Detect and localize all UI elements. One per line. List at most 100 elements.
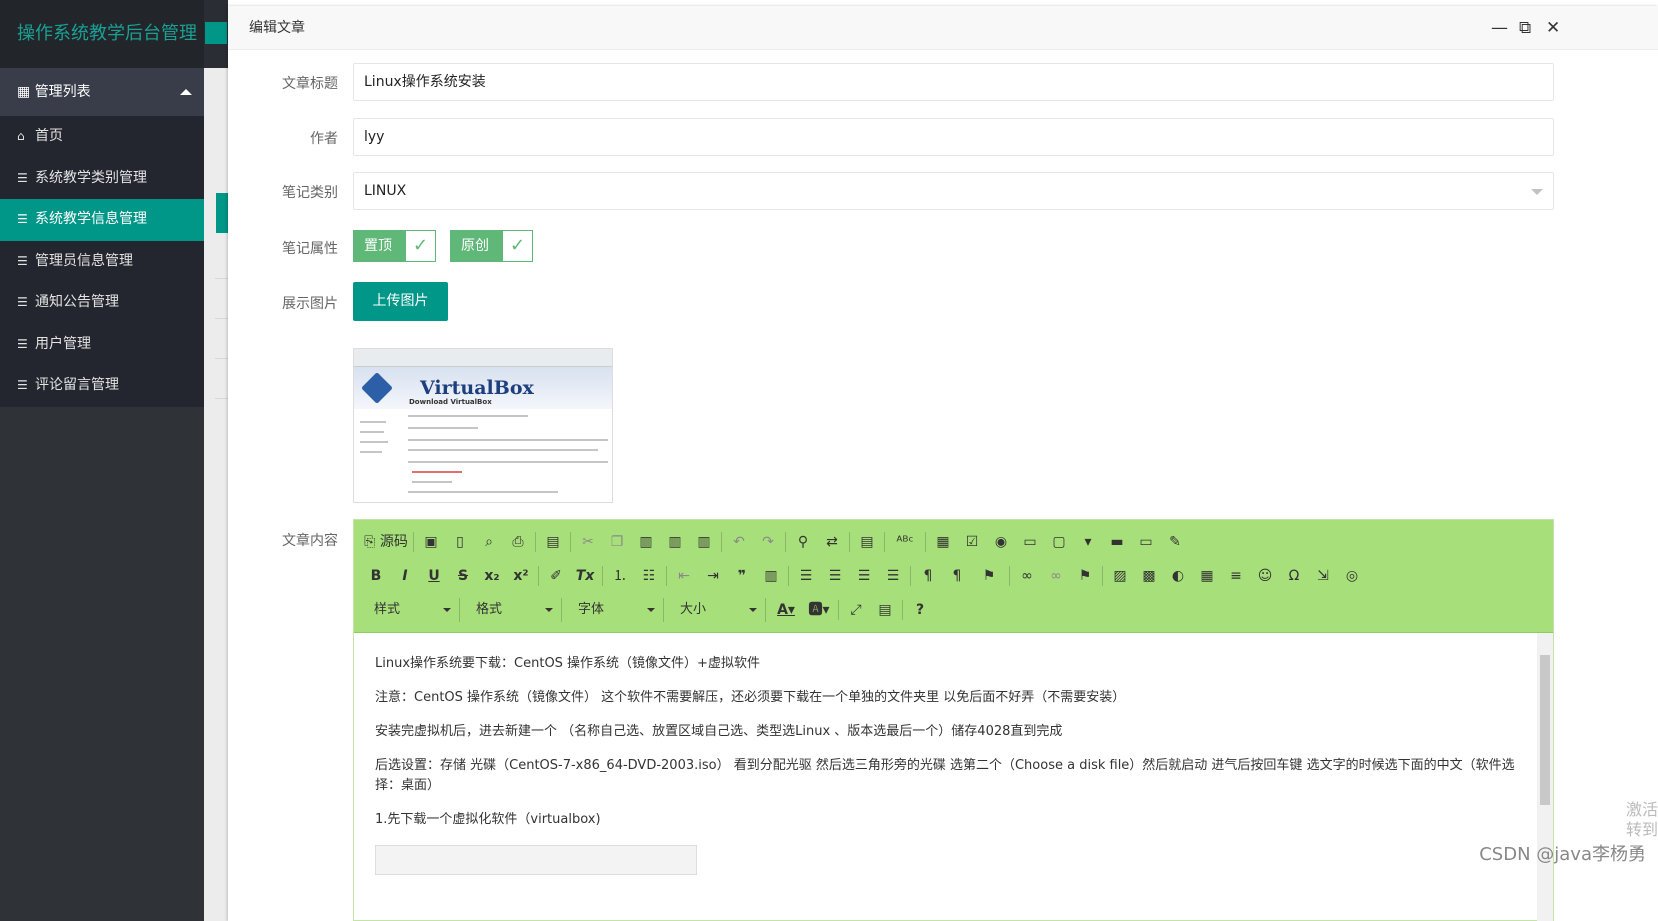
superscript-icon[interactable]: x²	[509, 564, 533, 588]
template-icon[interactable]: ▤	[541, 530, 565, 554]
maximize-editor-icon[interactable]: ⤢	[844, 598, 868, 622]
remove-format-icon[interactable]: Tx	[573, 564, 597, 588]
align-center-icon[interactable]: ☰	[823, 564, 847, 588]
sidebar-item-label: 系统教学信息管理	[35, 211, 147, 227]
div-container-icon[interactable]: ▥	[759, 564, 783, 588]
menu-toggle-icon[interactable]	[205, 22, 227, 44]
copy-format-icon[interactable]: ✐	[544, 564, 568, 588]
blockquote-icon[interactable]: ❞	[730, 564, 754, 588]
align-justify-icon[interactable]: ☰	[881, 564, 905, 588]
indent-icon[interactable]: ⇥	[701, 564, 725, 588]
iframe-globe-icon[interactable]: ◎	[1340, 564, 1364, 588]
new-page-icon[interactable]: ▯	[448, 530, 472, 554]
redo-icon[interactable]: ↷	[756, 530, 780, 554]
original-checkbox-label: 原创	[451, 231, 503, 261]
size-combo[interactable]: 大小	[670, 598, 766, 622]
original-checkbox[interactable]: 原创 ✓	[450, 230, 533, 262]
copy-icon[interactable]: ❐	[605, 530, 629, 554]
page-break-icon[interactable]: ⇲	[1311, 564, 1335, 588]
category-select[interactable]: LINUX	[353, 172, 1554, 210]
hidden-field-icon[interactable]: ✎	[1163, 530, 1187, 554]
source-icon: ⎘	[364, 534, 376, 550]
sidebar-item-info[interactable]: ☰ 系统教学信息管理	[0, 199, 204, 241]
top-checkbox[interactable]: 置顶 ✓	[353, 230, 436, 262]
align-left-icon[interactable]: ☰	[794, 564, 818, 588]
toolbar-row-1: ⎘ 源码 ▣ ▯ ⌕ ⎙ ▤ ✂ ❐ ▥ ▥ ▥ ↶ ↷ ⚲ ⇄ ▤ ᴬᴮᶜ ▦…	[364, 529, 1192, 555]
background-row-line	[215, 398, 228, 399]
subscript-icon[interactable]: x₂	[480, 564, 504, 588]
paste-text-icon[interactable]: ▥	[663, 530, 687, 554]
underline-icon[interactable]: U	[422, 564, 446, 588]
select-all-icon[interactable]: ▤	[855, 530, 879, 554]
button-field-icon[interactable]: ▬	[1105, 530, 1129, 554]
editor-scrollbar[interactable]	[1537, 633, 1553, 921]
bold-icon[interactable]: B	[364, 564, 388, 588]
anchor-flag-icon[interactable]: ⚑	[1073, 564, 1097, 588]
checkbox-icon[interactable]: ☑	[960, 530, 984, 554]
source-label: 源码	[379, 534, 408, 550]
unlink-icon[interactable]: ∞	[1044, 564, 1068, 588]
numbered-list-icon[interactable]: ⒈	[608, 564, 632, 588]
sidebar-item-home[interactable]: ⌂ 首页	[0, 116, 204, 158]
image-icon[interactable]: ▨	[1108, 564, 1132, 588]
preview-icon[interactable]: ⌕	[477, 530, 501, 554]
bg-color-icon[interactable]: 🅰▾	[805, 598, 833, 622]
save-icon[interactable]: ▣	[419, 530, 443, 554]
title-input[interactable]: Linux操作系统安装	[353, 63, 1554, 101]
upload-image-button[interactable]: 上传图片	[353, 282, 448, 321]
toolbar-separator	[413, 532, 414, 552]
format-combo-label: 格式	[476, 602, 503, 617]
smiley-icon[interactable]: ☺	[1253, 564, 1277, 588]
font-combo[interactable]: 字体	[568, 598, 664, 622]
format-combo[interactable]: 格式	[466, 598, 562, 622]
sidebar-item-users[interactable]: ☰ 用户管理	[0, 323, 204, 365]
form-icon[interactable]: ▦	[931, 530, 955, 554]
paste-word-icon[interactable]: ▥	[692, 530, 716, 554]
replace-icon[interactable]: ⇄	[820, 530, 844, 554]
sidebar-item-comments[interactable]: ☰ 评论留言管理	[0, 365, 204, 407]
text-color-icon[interactable]: A▾	[772, 598, 800, 622]
media-icon[interactable]: ◐	[1166, 564, 1190, 588]
spellcheck-icon[interactable]: ᴬᴮᶜ	[890, 530, 920, 554]
strike-icon[interactable]: S	[451, 564, 475, 588]
check-icon: ✓	[412, 235, 429, 256]
select-field-icon[interactable]: ▾	[1076, 530, 1100, 554]
sidebar-item-notice[interactable]: ☰ 通知公告管理	[0, 282, 204, 324]
minimize-icon[interactable]: —	[1491, 6, 1508, 50]
preview-nav-line	[360, 431, 384, 433]
brand-title: 操作系统教学后台管理	[0, 0, 204, 68]
close-icon[interactable]: ✕	[1546, 6, 1560, 50]
undo-icon[interactable]: ↶	[727, 530, 751, 554]
flash-icon[interactable]: ▩	[1137, 564, 1161, 588]
rtl-icon[interactable]: ¶	[945, 564, 969, 588]
sidebar-item-category[interactable]: ☰ 系统教学类别管理	[0, 157, 204, 199]
cut-icon[interactable]: ✂	[576, 530, 600, 554]
scrollbar-thumb[interactable]	[1540, 655, 1550, 805]
image-button-icon[interactable]: ▭	[1134, 530, 1158, 554]
source-button[interactable]: ⎘ 源码	[364, 530, 408, 554]
paste-icon[interactable]: ▥	[634, 530, 658, 554]
author-input[interactable]: lyy	[353, 118, 1554, 156]
italic-icon[interactable]: I	[393, 564, 417, 588]
print-icon[interactable]: ⎙	[506, 530, 530, 554]
horizontal-line-icon[interactable]: ≡	[1224, 564, 1248, 588]
radio-icon[interactable]: ◉	[989, 530, 1013, 554]
editor-content[interactable]: Linux操作系统要下载：CentOS 操作系统（镜像文件）+虚拟软件 注意：C…	[354, 633, 1537, 921]
textfield-icon[interactable]: ▭	[1018, 530, 1042, 554]
outdent-icon[interactable]: ⇤	[672, 564, 696, 588]
language-icon[interactable]: ⚑	[974, 564, 1004, 588]
show-blocks-icon[interactable]: ▤	[873, 598, 897, 622]
table-icon[interactable]: ▦	[1195, 564, 1219, 588]
ltr-icon[interactable]: ¶	[916, 564, 940, 588]
menu-group-header[interactable]: ▦ 管理列表	[0, 68, 204, 116]
special-char-icon[interactable]: Ω	[1282, 564, 1306, 588]
align-right-icon[interactable]: ☰	[852, 564, 876, 588]
sidebar-item-admin[interactable]: ☰ 管理员信息管理	[0, 240, 204, 282]
style-combo[interactable]: 样式	[364, 598, 460, 622]
link-icon[interactable]: ∞	[1015, 564, 1039, 588]
textarea-icon[interactable]: ▢	[1047, 530, 1071, 554]
find-icon[interactable]: ⚲	[791, 530, 815, 554]
maximize-icon[interactable]: ⧉	[1519, 6, 1531, 50]
help-icon[interactable]: ?	[908, 598, 932, 622]
bulleted-list-icon[interactable]: ☷	[637, 564, 661, 588]
